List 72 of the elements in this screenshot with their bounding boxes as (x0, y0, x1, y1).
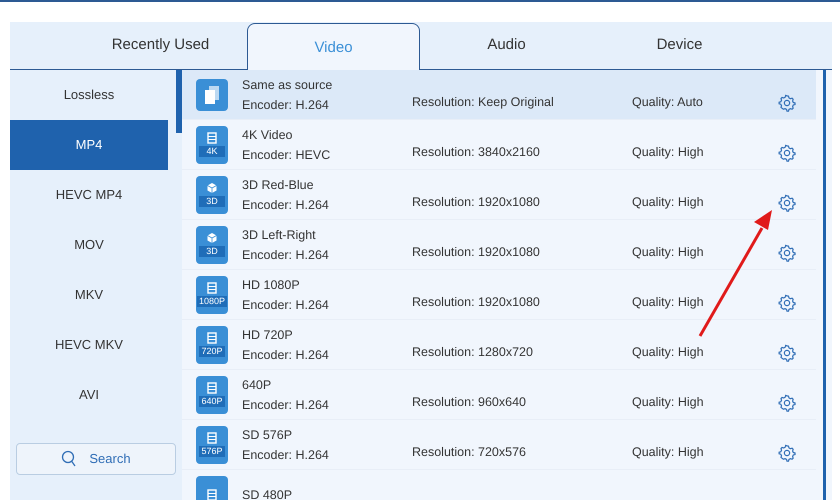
format-badge: 3D (199, 196, 225, 207)
tab[interactable]: Device (593, 22, 766, 69)
preset-row[interactable]: Same as source Encoder: H.264 Resolution: Keep Original Quality: Auto (182, 70, 816, 120)
encoder-text: Encoder: H.264 (242, 446, 330, 464)
tab[interactable]: Recently Used (74, 22, 247, 69)
format-category[interactable]: MKV (10, 270, 168, 320)
scrollbar-thumb[interactable] (176, 70, 182, 133)
settings-icon[interactable] (778, 394, 796, 412)
encoder-text: Encoder: H.264 (242, 346, 330, 364)
encoder-text: Encoder: H.264 (242, 296, 330, 314)
encoder-text: Encoder: H.264 (242, 196, 330, 214)
search-label: Search (89, 450, 131, 468)
film-icon (206, 488, 218, 500)
format-badge: 640P (199, 396, 225, 407)
resolution-text: Resolution: 1280x720 (412, 344, 534, 362)
film-icon (206, 132, 218, 144)
preset-name: SD 576P (242, 426, 294, 444)
quality-text: Quality: High (632, 194, 705, 212)
resolution-text: Resolution: Keep Original (412, 94, 555, 112)
cube-icon (206, 182, 218, 194)
encoder-text: Encoder: H.264 (242, 246, 330, 264)
quality-text: Quality: High (632, 344, 705, 362)
format-badge: 1080P (196, 296, 228, 307)
format-category[interactable]: MOV (10, 220, 168, 270)
resolution-text: Resolution: 1920x1080 (412, 194, 541, 212)
preset-name: 3D Left-Right (242, 226, 317, 244)
resolution-text: Resolution: 1920x1080 (412, 294, 541, 312)
film-icon (206, 382, 218, 394)
settings-icon[interactable] (778, 94, 796, 112)
settings-icon[interactable] (778, 194, 796, 212)
encoder-text: Encoder: H.264 (242, 396, 330, 414)
resolution-text: Resolution: 3840x2160 (412, 144, 541, 162)
film-icon (206, 332, 218, 344)
film-icon (206, 282, 218, 294)
resolution-text: Resolution: 1920x1080 (412, 244, 541, 262)
format-category[interactable]: HEVC MKV (10, 320, 168, 370)
settings-icon[interactable] (778, 444, 796, 462)
quality-text: Quality: High (632, 244, 705, 262)
settings-icon[interactable] (778, 344, 796, 362)
resolution-text: Resolution: 960x640 (412, 394, 527, 412)
settings-icon[interactable] (778, 144, 796, 162)
copy-icon (196, 78, 228, 110)
format-category[interactable]: MP4 (10, 120, 168, 170)
encoder-text: Encoder: HEVC (242, 146, 332, 164)
format-category[interactable]: HEVC MP4 (10, 170, 168, 220)
settings-icon[interactable] (778, 294, 796, 312)
format-badge: 4K (199, 146, 225, 157)
tab[interactable]: Audio (420, 22, 593, 69)
format-category[interactable]: Lossless (10, 70, 168, 120)
encoder-text: Encoder: H.264 (242, 96, 330, 114)
preset-name: 640P (242, 376, 272, 394)
quality-text: Quality: High (632, 144, 705, 162)
search-button[interactable]: Search (16, 443, 176, 475)
quality-text: Quality: High (632, 444, 705, 462)
format-category[interactable]: AVI (10, 370, 168, 420)
preset-name: 4K Video (242, 126, 294, 144)
quality-text: Quality: Auto (632, 94, 704, 112)
preset-name: HD 1080P (242, 276, 301, 294)
quality-text: Quality: High (632, 294, 705, 312)
cube-icon (206, 232, 218, 244)
film-icon (206, 432, 218, 444)
preset-name: Same as source (242, 76, 334, 94)
quality-text: Quality: High (632, 394, 705, 412)
preset-name: 3D Red-Blue (242, 176, 315, 194)
preset-name: SD 480P (242, 486, 294, 500)
resolution-text: Resolution: 720x576 (412, 444, 527, 462)
format-badge: 576P (199, 446, 225, 457)
settings-icon[interactable] (778, 244, 796, 262)
search-icon (61, 450, 78, 468)
format-badge: 720P (199, 346, 225, 357)
format-badge: 3D (199, 246, 225, 257)
preset-name: HD 720P (242, 326, 294, 344)
